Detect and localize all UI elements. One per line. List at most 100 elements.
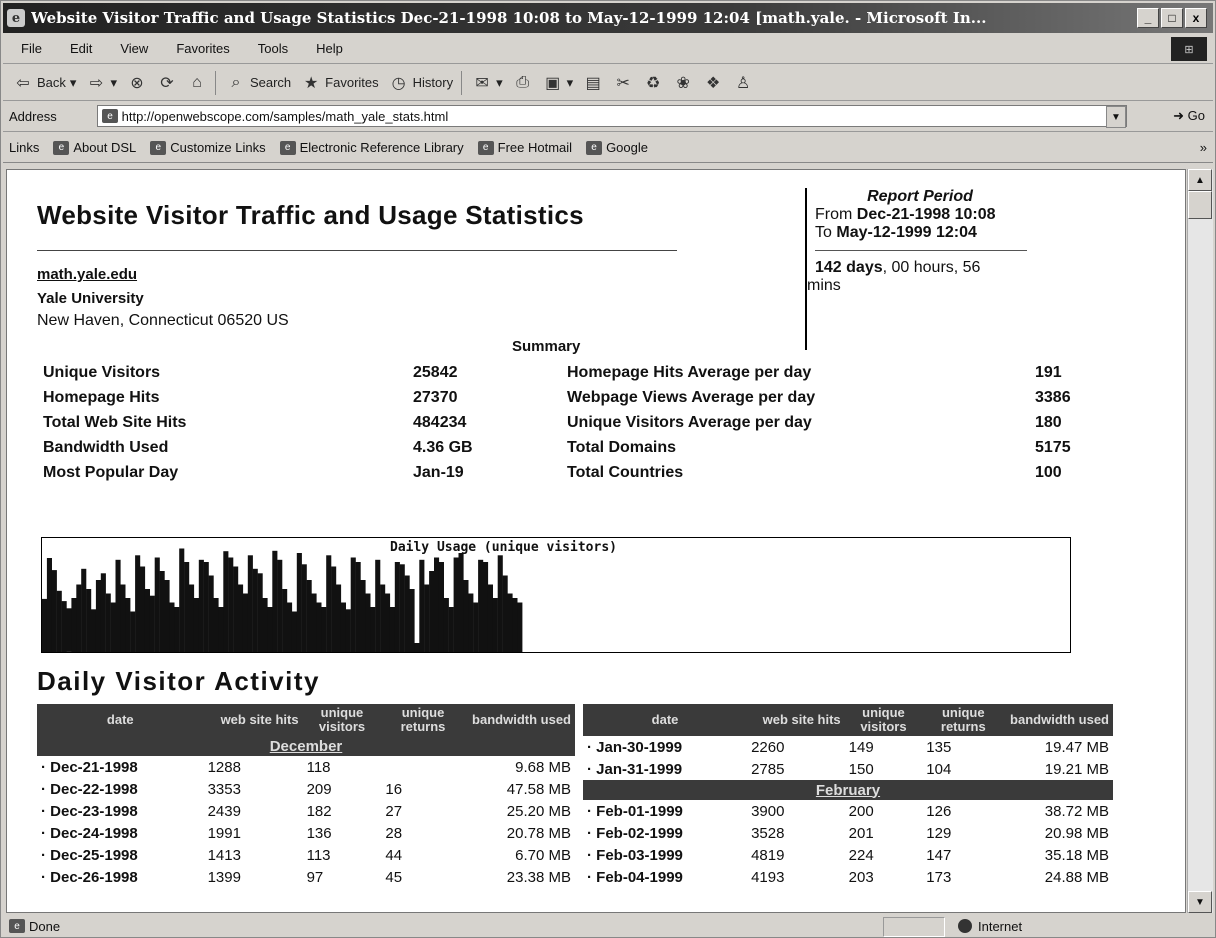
link-google[interactable]: e Google — [586, 140, 648, 155]
link-about-dsl[interactable]: e About DSL — [53, 140, 136, 155]
chart-bar — [380, 584, 386, 652]
address-dropdown-button[interactable]: ▼ — [1106, 106, 1126, 128]
site-link[interactable]: math.yale.edu — [37, 266, 137, 283]
chart-bar — [218, 607, 224, 652]
tool-button-4[interactable]: ❖ — [703, 73, 723, 93]
stop-button[interactable]: ⊗ — [127, 73, 147, 93]
history-button[interactable]: ◷ History — [389, 73, 453, 93]
menu-edit[interactable]: Edit — [70, 41, 92, 56]
back-button[interactable]: ⇦ Back ▾ — [13, 73, 76, 93]
table-row: · Feb-04-1999 4193 203 173 24.88 MB — [583, 866, 1113, 888]
period-mins: mins — [807, 277, 841, 294]
column-header: date — [37, 704, 204, 736]
chart-bar — [257, 573, 263, 652]
messenger-button[interactable]: ♙ — [733, 73, 753, 93]
report-period: Report Period From Dec-21-1998 10:08 To … — [805, 188, 1075, 350]
visitors-cell: 224 — [848, 846, 874, 864]
title-bar: e Website Visitor Traffic and Usage Stat… — [3, 3, 1213, 33]
bandwidth-cell: 25.20 MB — [506, 802, 571, 820]
report-period-heading: Report Period — [867, 188, 973, 205]
link-electronic-reference-library[interactable]: e Electronic Reference Library — [279, 140, 464, 155]
chart-bar — [86, 589, 92, 652]
chart-bar — [174, 607, 180, 652]
chart-bar — [517, 602, 523, 652]
chart-bar — [443, 598, 449, 652]
month-label[interactable]: February — [583, 780, 1113, 800]
address-input[interactable]: e http://openwebscope.com/samples/math_y… — [97, 105, 1127, 127]
chart-bar — [483, 562, 489, 652]
chart-bar — [193, 598, 199, 652]
refresh-button[interactable]: ⟳ — [157, 73, 177, 93]
returns-cell: 28 — [385, 824, 403, 842]
discuss-button[interactable]: ▤ — [583, 73, 603, 93]
returns-cell: 126 — [926, 802, 952, 820]
chart-bar — [91, 609, 97, 652]
menu-tools[interactable]: Tools — [258, 41, 288, 56]
menu-favorites[interactable]: Favorites — [176, 41, 229, 56]
chart-bar — [51, 570, 57, 652]
returns-cell: 45 — [385, 868, 403, 886]
chart-bar — [61, 601, 67, 652]
windows-flag-icon: ⊞ — [1171, 37, 1207, 61]
link-free-hotmail[interactable]: e Free Hotmail — [477, 140, 572, 155]
scroll-down-button[interactable]: ▼ — [1188, 891, 1212, 913]
visitors-cell: 118 — [306, 758, 331, 776]
search-button[interactable]: ⌕ Search — [226, 73, 291, 93]
chart-bar — [110, 602, 116, 652]
forward-button[interactable]: ⇨ ▾ — [86, 73, 117, 93]
browser-window: e Website Visitor Traffic and Usage Stat… — [0, 0, 1216, 938]
chart-bar — [350, 557, 356, 652]
visitors-cell: 209 — [306, 780, 332, 798]
chart-bar — [404, 575, 410, 652]
chart-bar — [247, 555, 253, 652]
hits-cell: 1399 — [207, 868, 241, 886]
date-cell: · Dec-26-1998 — [41, 868, 138, 886]
menu-view[interactable]: View — [120, 41, 148, 56]
tool-button-1[interactable]: ✂ — [613, 73, 633, 93]
chart-bar — [277, 559, 283, 652]
chart-bar — [492, 598, 498, 652]
chart-bar — [375, 559, 381, 652]
menu-help[interactable]: Help — [316, 41, 343, 56]
chart-bar — [198, 559, 204, 652]
favorites-button[interactable]: ★ Favorites — [301, 73, 379, 93]
visitors-cell: 113 — [306, 846, 331, 864]
chart-bar — [360, 580, 366, 652]
month-label[interactable]: December — [37, 736, 575, 756]
chart-bar — [81, 568, 87, 652]
menu-file[interactable]: File — [21, 41, 42, 56]
close-button[interactable]: x — [1185, 8, 1207, 28]
edit-icon: ▣ — [545, 74, 561, 92]
minimize-button[interactable]: _ — [1137, 8, 1159, 28]
chart-bar — [389, 607, 395, 652]
chart-bar — [365, 593, 371, 652]
hits-cell: 1288 — [207, 758, 241, 776]
from-label: From — [815, 206, 853, 223]
go-button[interactable]: ➜ Go — [1173, 108, 1205, 124]
toolbar-separator — [461, 70, 463, 95]
maximize-button[interactable]: □ — [1161, 8, 1183, 28]
status-bar: e Done Internet — [3, 915, 1213, 937]
window-title: Website Visitor Traffic and Usage Statis… — [31, 9, 987, 27]
chart-bar — [385, 593, 391, 652]
tool-button-3[interactable]: ❀ — [673, 73, 693, 93]
links-overflow-icon[interactable]: » — [1200, 140, 1207, 155]
stop-icon: ⊗ — [130, 74, 144, 92]
vertical-scrollbar[interactable]: ▲ ▼ — [1187, 169, 1213, 913]
chart-bar — [301, 564, 307, 652]
date-cell: · Dec-21-1998 — [41, 758, 138, 776]
hits-cell: 1413 — [207, 846, 241, 864]
chart-bar — [316, 602, 322, 652]
print-button[interactable]: ⎙ — [513, 73, 533, 93]
home-button[interactable]: ⌂ — [187, 73, 207, 93]
links-label: Links — [9, 140, 40, 155]
visitors-cell: 203 — [848, 868, 874, 886]
mail-button[interactable]: ✉ ▾ — [472, 73, 502, 93]
chart-bar — [115, 559, 121, 652]
returns-cell: 147 — [926, 846, 952, 864]
scroll-thumb[interactable] — [1188, 191, 1212, 219]
tool-button-2[interactable]: ♻ — [643, 73, 663, 93]
link-customize-links[interactable]: e Customize Links — [150, 140, 266, 155]
scroll-up-button[interactable]: ▲ — [1188, 169, 1212, 191]
edit-button[interactable]: ▣ ▾ — [543, 73, 573, 93]
